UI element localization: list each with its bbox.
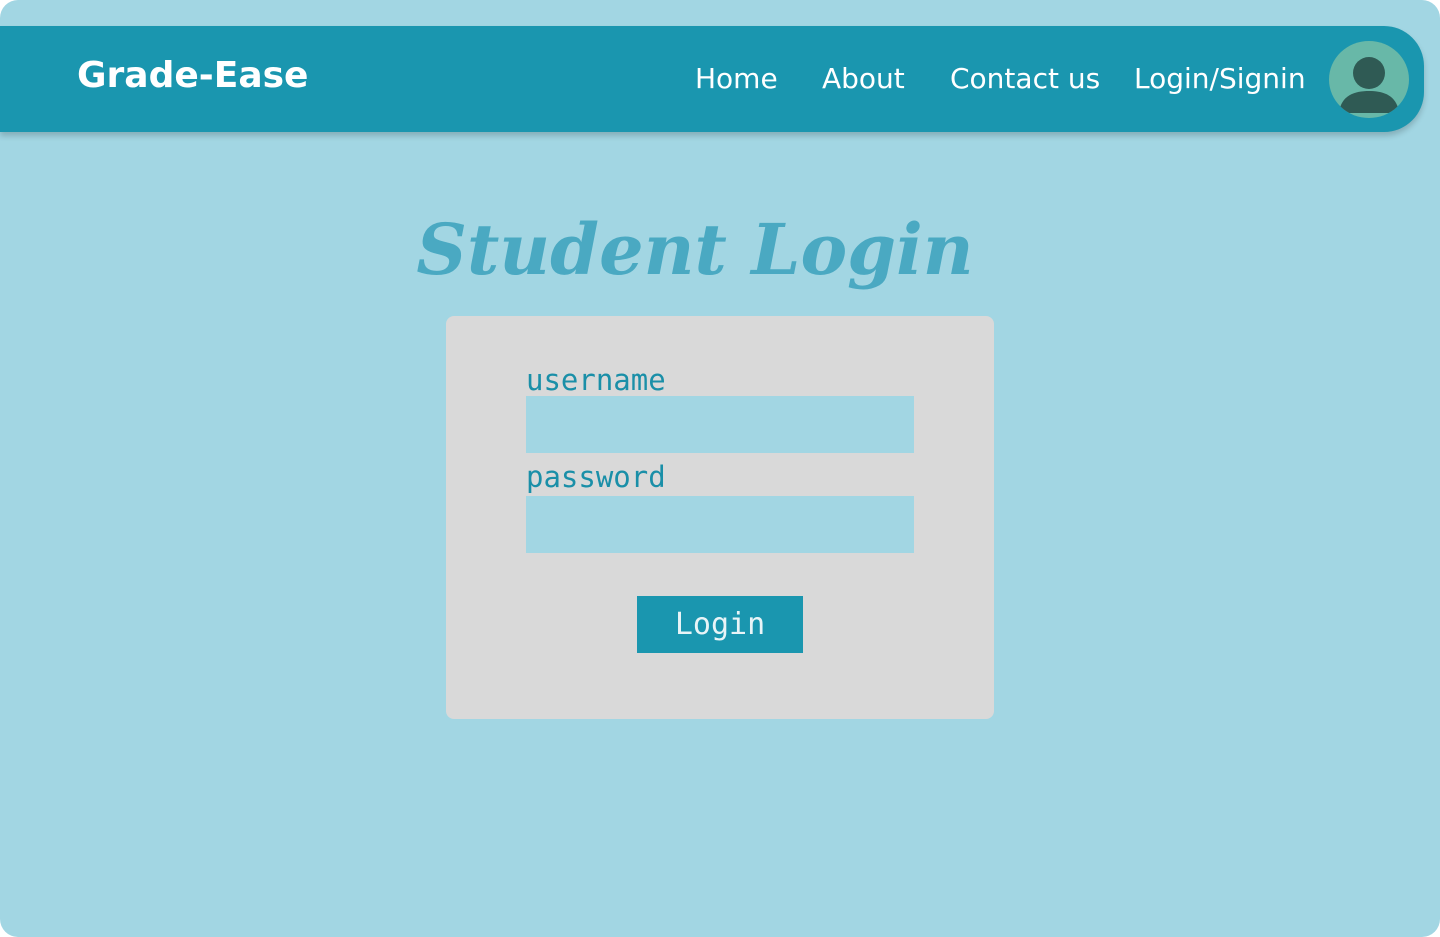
- login-button[interactable]: Login: [637, 596, 803, 653]
- nav-contact-link[interactable]: Contact us: [950, 59, 1100, 99]
- username-input[interactable]: [526, 396, 914, 453]
- navbar: Grade-Ease Home About Contact us Login/S…: [0, 26, 1424, 132]
- user-avatar-button[interactable]: [1329, 41, 1409, 118]
- brand-logo[interactable]: Grade-Ease: [77, 52, 308, 100]
- page-title: Student Login: [416, 208, 974, 291]
- username-label: username: [526, 363, 666, 397]
- password-input[interactable]: [526, 496, 914, 553]
- nav-about-link[interactable]: About: [822, 59, 905, 99]
- password-label: password: [526, 460, 666, 494]
- nav-home-link[interactable]: Home: [695, 59, 778, 99]
- login-form-card: username password Login: [446, 316, 994, 719]
- app-window: Grade-Ease Home About Contact us Login/S…: [0, 0, 1440, 937]
- user-avatar-icon: [1339, 57, 1399, 113]
- nav-login-signin-link[interactable]: Login/Signin: [1134, 59, 1306, 99]
